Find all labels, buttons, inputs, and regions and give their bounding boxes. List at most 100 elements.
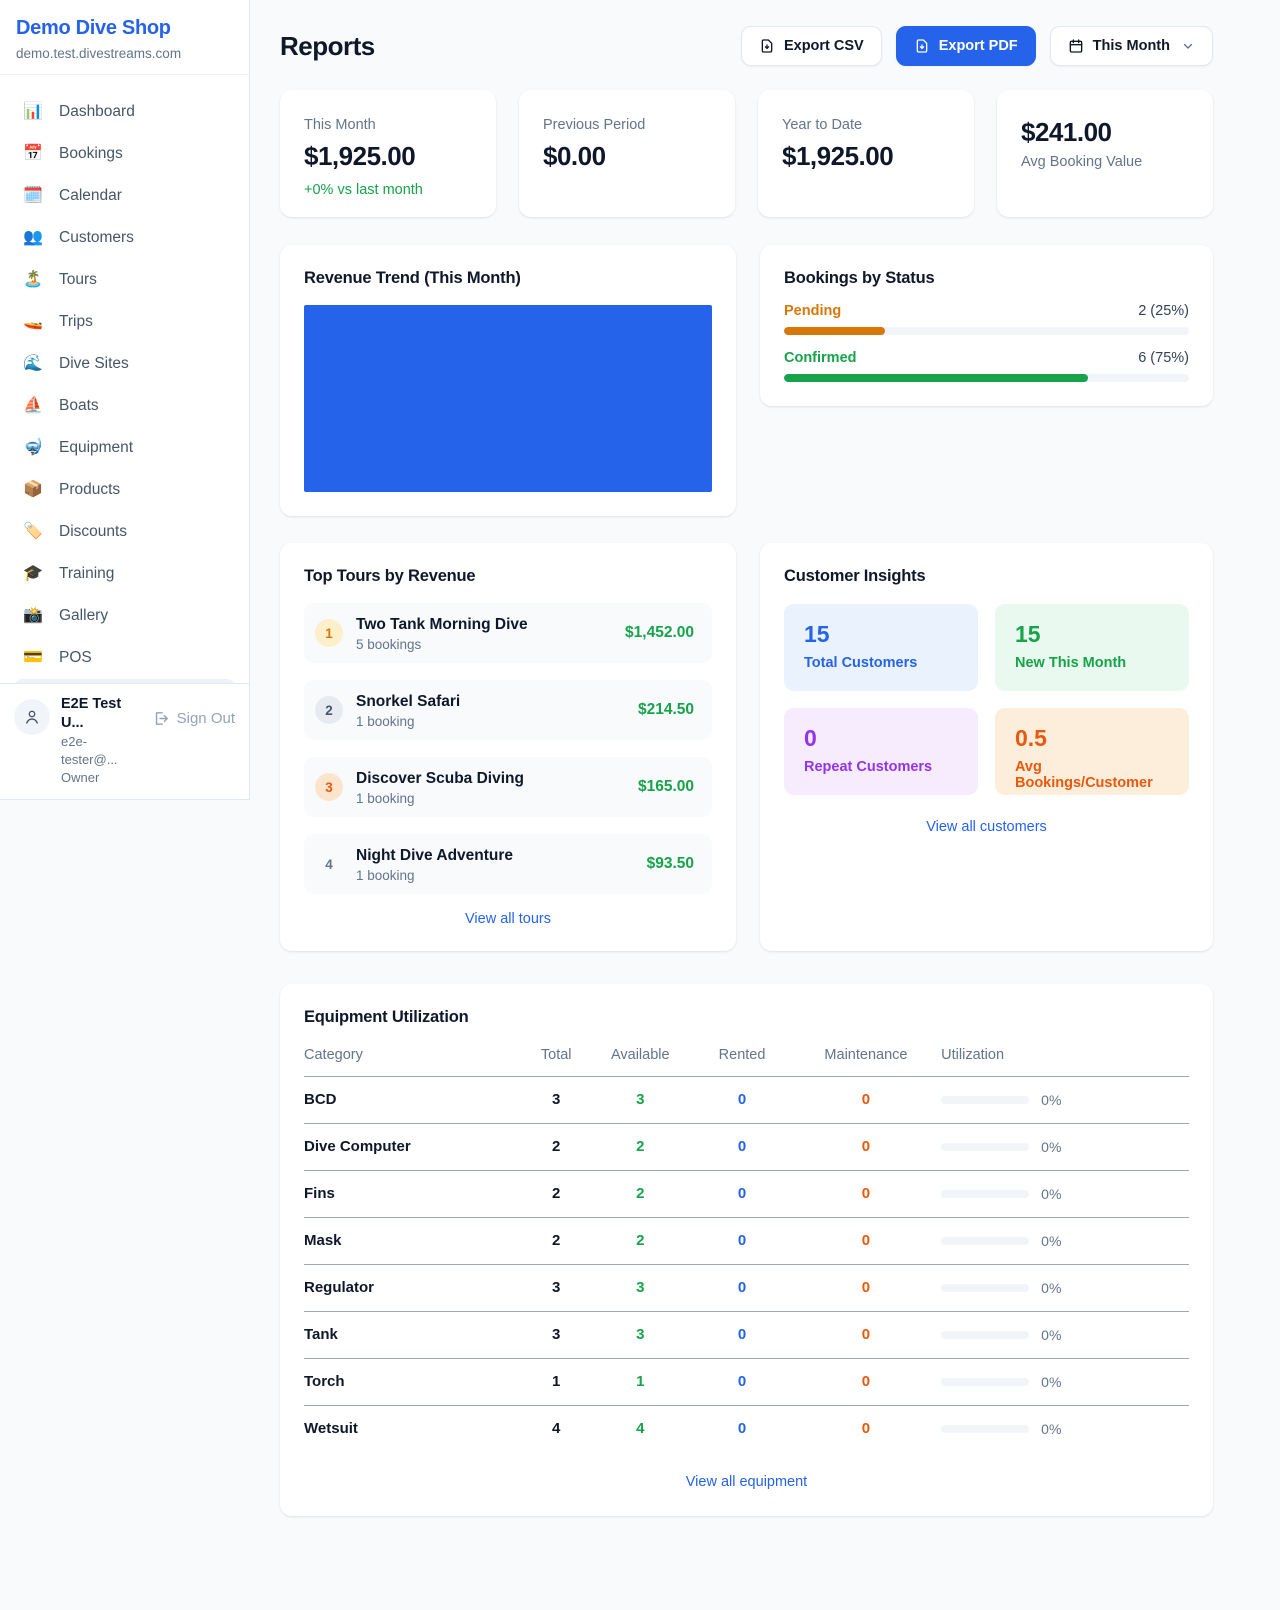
chevron-down-icon <box>1181 39 1195 53</box>
stat-label: Year to Date <box>782 117 950 133</box>
sidebar-item-bookings[interactable]: 📅 Bookings <box>8 133 241 174</box>
revenue-trend-bar <box>304 305 712 492</box>
tour-bookings: 1 booking <box>356 714 460 729</box>
sidebar-item-trips[interactable]: 🚤 Trips <box>8 301 241 342</box>
sidebar-item-label: Bookings <box>59 143 123 164</box>
wave-icon: 🌊 <box>22 353 44 374</box>
utilization-bar <box>941 1378 1029 1386</box>
period-select[interactable]: This Month <box>1050 26 1213 66</box>
export-csv-button[interactable]: Export CSV <box>741 26 882 66</box>
sidebar-item-label: Customers <box>59 227 134 248</box>
sidebar-item-label: Equipment <box>59 437 133 458</box>
stats-row: This Month $1,925.00 +0% vs last month P… <box>280 90 1213 217</box>
cell-category: Torch <box>304 1359 525 1406</box>
progress-fill <box>784 374 1088 382</box>
cell-category: Fins <box>304 1171 525 1218</box>
sign-out-button[interactable]: Sign Out <box>153 710 235 727</box>
utilization-pct: 0% <box>1041 1186 1061 1202</box>
sidebar-item-tours[interactable]: 🏝️ Tours <box>8 259 241 300</box>
app-root: Demo Dive Shop demo.test.divestreams.com… <box>0 0 1280 1610</box>
cell-total: 3 <box>525 1077 587 1124</box>
tour-revenue: $93.50 <box>647 855 694 873</box>
sidebar-item-pos[interactable]: 💳 POS <box>8 637 241 678</box>
bookings-by-status-title: Bookings by Status <box>784 269 1189 288</box>
sidebar-item-discounts[interactable]: 🏷️ Discounts <box>8 511 241 552</box>
cell-maintenance: 0 <box>791 1171 941 1218</box>
col-header-category: Category <box>304 1037 525 1077</box>
cell-total: 1 <box>525 1359 587 1406</box>
user-role: Owner <box>61 769 142 787</box>
cell-available: 4 <box>587 1406 693 1453</box>
tour-revenue: $1,452.00 <box>625 624 694 642</box>
view-all-equipment-link[interactable]: View all equipment <box>304 1474 1189 1490</box>
revenue-trend-panel: Revenue Trend (This Month) <box>280 245 736 516</box>
sidebar-item-label: Dashboard <box>59 101 135 122</box>
utilization-pct: 0% <box>1041 1092 1061 1108</box>
table-row: Dive Computer 2 2 0 0 0% <box>304 1124 1189 1171</box>
charts-row: Revenue Trend (This Month) Bookings by S… <box>280 245 1213 516</box>
cell-available: 3 <box>587 1265 693 1312</box>
sidebar-item-equipment[interactable]: 🤿 Equipment <box>8 427 241 468</box>
insight-tile-avg-bookings: 0.5 Avg Bookings/Customer <box>995 708 1189 795</box>
sidebar-item-label: Discounts <box>59 521 127 542</box>
cell-utilization: 0% <box>941 1233 1189 1249</box>
stat-value: $241.00 <box>1021 117 1189 147</box>
cell-category: Wetsuit <box>304 1406 525 1453</box>
tour-name: Night Dive Adventure <box>356 846 513 866</box>
insight-tile-total-customers: 15 Total Customers <box>784 604 978 691</box>
cell-utilization: 0% <box>941 1186 1189 1202</box>
export-pdf-button[interactable]: Export PDF <box>896 26 1036 66</box>
cell-total: 2 <box>525 1218 587 1265</box>
user-email: e2e-tester@... <box>61 733 142 769</box>
stat-label: This Month <box>304 117 472 133</box>
equipment-utilization-title: Equipment Utilization <box>304 1008 1189 1027</box>
cell-category: Mask <box>304 1218 525 1265</box>
cell-rented: 0 <box>693 1077 790 1124</box>
cell-rented: 0 <box>693 1312 790 1359</box>
sidebar-item-products[interactable]: 📦 Products <box>8 469 241 510</box>
sidebar-item-training[interactable]: 🎓 Training <box>8 553 241 594</box>
cell-rented: 0 <box>693 1218 790 1265</box>
credit-card-icon: 💳 <box>22 647 44 668</box>
customer-insights-title: Customer Insights <box>784 567 1189 586</box>
table-row: BCD 3 3 0 0 0% <box>304 1077 1189 1124</box>
camera-icon: 📸 <box>22 605 44 626</box>
sidebar-item-dashboard[interactable]: 📊 Dashboard <box>8 91 241 132</box>
sidebar-item-boats[interactable]: ⛵ Boats <box>8 385 241 426</box>
bookings-by-status-panel: Bookings by Status Pending 2 (25%) Confi… <box>760 245 1213 406</box>
top-tours-panel: Top Tours by Revenue 1 Two Tank Morning … <box>280 543 736 951</box>
insight-value: 0.5 <box>1015 725 1169 752</box>
calendar-icon: 🗓️ <box>22 185 44 206</box>
stat-value: $1,925.00 <box>304 141 472 171</box>
sidebar-item-label: Trips <box>59 311 93 332</box>
cell-utilization: 0% <box>941 1280 1189 1296</box>
customers-icon: 👥 <box>22 227 44 248</box>
file-download-icon <box>914 38 930 54</box>
cell-rented: 0 <box>693 1124 790 1171</box>
cell-maintenance: 0 <box>791 1218 941 1265</box>
cell-total: 4 <box>525 1406 587 1453</box>
sidebar-item-calendar[interactable]: 🗓️ Calendar <box>8 175 241 216</box>
insight-value: 0 <box>804 725 958 752</box>
cell-maintenance: 0 <box>791 1406 941 1453</box>
table-row: Regulator 3 3 0 0 0% <box>304 1265 1189 1312</box>
main-content: Reports Export CSV Export PDF <box>250 0 1280 1556</box>
sidebar-item-dive-sites[interactable]: 🌊 Dive Sites <box>8 343 241 384</box>
tour-row: 2 Snorkel Safari 1 booking $214.50 <box>304 680 712 740</box>
cell-utilization: 0% <box>941 1139 1189 1155</box>
sidebar-item-label: Tours <box>59 269 97 290</box>
sidebar-item-customers[interactable]: 👥 Customers <box>8 217 241 258</box>
sidebar-header: Demo Dive Shop demo.test.divestreams.com <box>0 0 249 75</box>
view-all-customers-link[interactable]: View all customers <box>784 819 1189 835</box>
tours-list: 1 Two Tank Morning Dive 5 bookings $1,45… <box>304 603 712 894</box>
trips-speedboat-icon: 🚤 <box>22 311 44 332</box>
page-header: Reports Export CSV Export PDF <box>280 26 1213 66</box>
col-header-available: Available <box>587 1037 693 1077</box>
stat-value: $1,925.00 <box>782 141 950 171</box>
brand-title[interactable]: Demo Dive Shop <box>16 17 233 40</box>
sidebar-item-label: POS <box>59 647 92 668</box>
cell-category: Tank <box>304 1312 525 1359</box>
view-all-tours-link[interactable]: View all tours <box>304 911 712 927</box>
sidebar-item-gallery[interactable]: 📸 Gallery <box>8 595 241 636</box>
insight-tile-repeat-customers: 0 Repeat Customers <box>784 708 978 795</box>
